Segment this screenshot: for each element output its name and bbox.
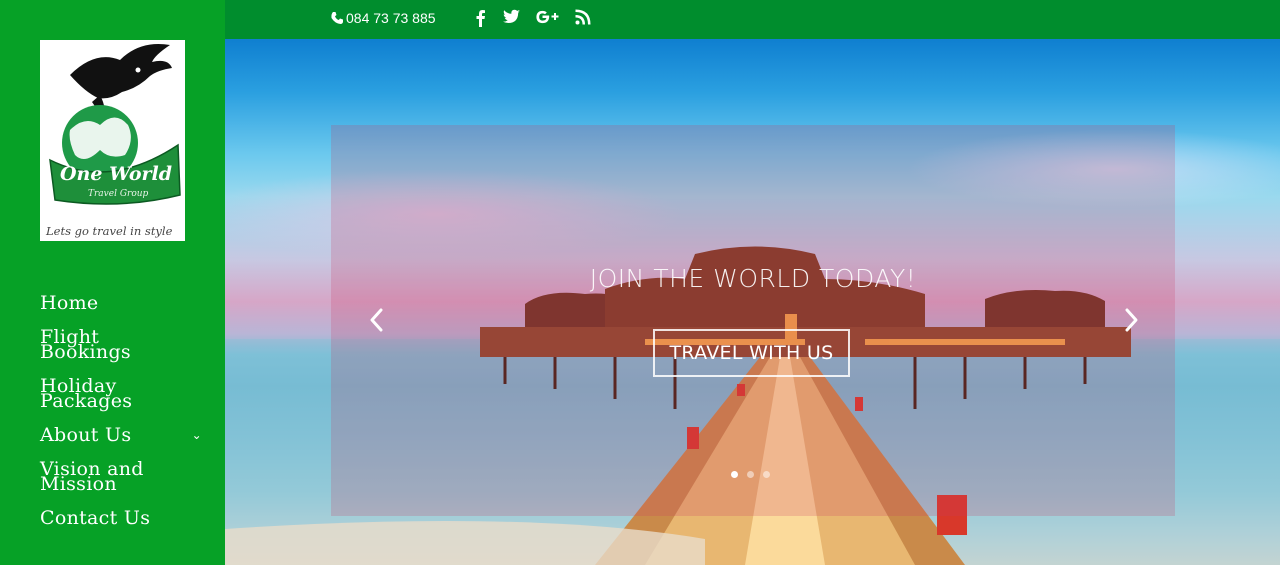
twitter-icon[interactable] — [503, 9, 521, 25]
chevron-right-icon[interactable] — [1121, 305, 1141, 335]
logo-name: One World — [60, 163, 172, 185]
main-nav: Home Flight Bookings Holiday Packages About U… — [40, 292, 210, 545]
nav-item-holiday-packages[interactable]: Holiday Packages — [40, 377, 210, 412]
logo-subtitle: Travel Group — [88, 189, 149, 199]
phone-icon — [331, 12, 343, 24]
nav-item-label: Home — [40, 292, 99, 314]
facebook-icon[interactable] — [474, 9, 486, 27]
rss-icon[interactable] — [575, 9, 591, 25]
site-logo[interactable]: One World Travel Group Lets go travel in… — [40, 40, 185, 241]
top-bar: 084 73 73 885 — [225, 0, 1280, 39]
slide-title: JOIN THE WORLD TODAY! — [589, 264, 917, 293]
google-plus-icon[interactable] — [535, 9, 559, 25]
nav-item-label: Packages — [40, 390, 133, 412]
slider-dot[interactable] — [763, 471, 770, 478]
slider-dot[interactable] — [747, 471, 754, 478]
chevron-down-icon[interactable]: ⌄ — [192, 428, 202, 443]
logo-tagline: Lets go travel in style — [45, 224, 173, 238]
nav-item-flight-bookings[interactable]: Flight Bookings — [40, 328, 210, 363]
nav-item-contact-us[interactable]: Contact Us — [40, 507, 210, 529]
phone-text: 084 73 73 885 — [346, 10, 436, 26]
phone-number[interactable]: 084 73 73 885 — [330, 10, 436, 26]
nav-item-home[interactable]: Home — [40, 292, 210, 314]
logo-graphic: One World Travel Group Lets go travel in… — [45, 44, 181, 238]
slider-pagination — [731, 471, 770, 478]
nav-item-label: About Us — [40, 424, 132, 446]
nav-item-vision-and-mission[interactable]: Vision and Mission — [40, 460, 210, 494]
travel-with-us-button[interactable]: TRAVEL WITH US — [653, 329, 850, 377]
sidebar: One World Travel Group Lets go travel in… — [0, 0, 225, 565]
chevron-left-icon[interactable] — [367, 305, 387, 335]
slide-overlay — [331, 125, 1175, 516]
nav-item-label: Contact Us — [40, 507, 151, 529]
nav-item-about-us[interactable]: About Us ⌄ — [40, 424, 210, 446]
slider-dot[interactable] — [731, 471, 738, 478]
hero-background: JOIN THE WORLD TODAY! TRAVEL WITH US — [225, 39, 1280, 565]
nav-item-label: Bookings — [40, 341, 131, 363]
